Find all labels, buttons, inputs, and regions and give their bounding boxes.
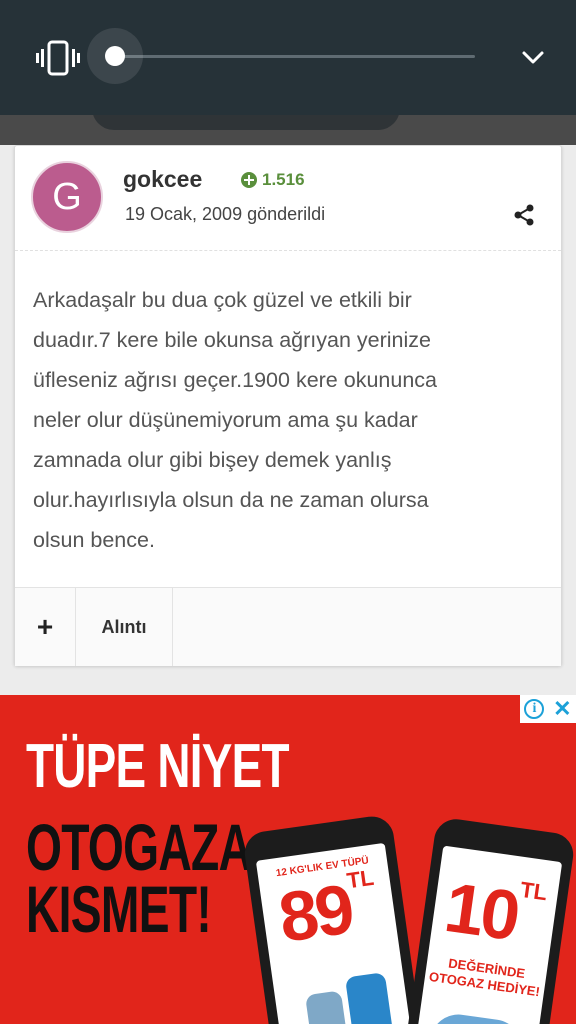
post-header: G gokcee 1.516 19 Ocak, 2009 gönderildi [15, 146, 561, 251]
volume-slider-track[interactable] [115, 55, 475, 58]
ad-controls: i ✕ [520, 695, 576, 723]
avatar[interactable]: G [31, 161, 103, 233]
content-line: Arkadaşalr bu dua çok güzel ve etkili bi… [33, 288, 412, 312]
content-line: olsun bence. [33, 528, 155, 552]
content-line: duadır.7 kere bile okunsa ağrıyan yerini… [33, 328, 431, 352]
post-content: Arkadaşalr bu dua çok güzel ve etkili bi… [33, 280, 533, 560]
gas-cylinder-icon [344, 972, 394, 1024]
vibrate-icon[interactable] [36, 40, 80, 76]
ad-price-unit: TL [345, 864, 376, 894]
ad-price-value: 10 [440, 867, 523, 956]
ad-phone-right: 10TL DEĞERİNDE OTOGAZ HEDİYE! [403, 816, 576, 1024]
ad-headline-line: TÜPE NİYET [26, 732, 290, 801]
content-line: olur.hayırlısıyla olsun da ne zaman olur… [33, 488, 429, 512]
ad-phone-right-screen: 10TL DEĞERİNDE OTOGAZ HEDİYE! [414, 845, 563, 1024]
volume-slider-thumb[interactable] [105, 46, 125, 66]
plus-circle-icon [241, 172, 257, 188]
close-icon[interactable]: ✕ [553, 698, 571, 720]
reputation-count: 1.516 [262, 170, 305, 189]
content-line: neler olur düşünemiyorum ama şu kadar [33, 408, 418, 432]
ad-headline-line: KISMET! [26, 872, 212, 946]
ad-price-value: 89 [274, 869, 357, 957]
ad-banner[interactable]: i ✕ TÜPE NİYET OTOGAZA KISMET! 12 KG'LIK… [0, 695, 576, 1024]
ad-phone-left: 12 KG'LIK EV TÜPÜ 89TL [242, 813, 424, 1024]
post-card: G gokcee 1.516 19 Ocak, 2009 gönderildi … [14, 145, 562, 666]
plus-button[interactable]: + [15, 588, 76, 666]
car-icon [429, 1010, 526, 1024]
chevron-down-icon[interactable] [520, 48, 546, 68]
gas-cylinder-icon [305, 990, 348, 1024]
share-icon[interactable] [513, 204, 535, 226]
content-line: üfleseniz ağrısı geçer.1900 kere okununc… [33, 368, 437, 392]
ad-phone-right-price: 10TL [429, 865, 559, 961]
post-date: 19 Ocak, 2009 gönderildi [125, 204, 326, 224]
reputation-badge: 1.516 [241, 170, 305, 190]
username-link[interactable]: gokcee [123, 166, 202, 193]
ad-price-unit: TL [518, 876, 549, 906]
quote-button[interactable]: Alıntı [76, 588, 173, 666]
post-footer: + Alıntı [15, 587, 561, 666]
ad-phone-right-caption: DEĞERİNDE OTOGAZ HEDİYE! [424, 952, 547, 1000]
info-icon[interactable]: i [524, 699, 545, 719]
content-line: zamnada olur gibi bişey demek yanlış [33, 448, 392, 472]
ad-phone-left-screen: 12 KG'LIK EV TÜPÜ 89TL [255, 842, 414, 1024]
ad-phone-left-price: 89TL [259, 863, 399, 960]
volume-panel [0, 0, 576, 115]
